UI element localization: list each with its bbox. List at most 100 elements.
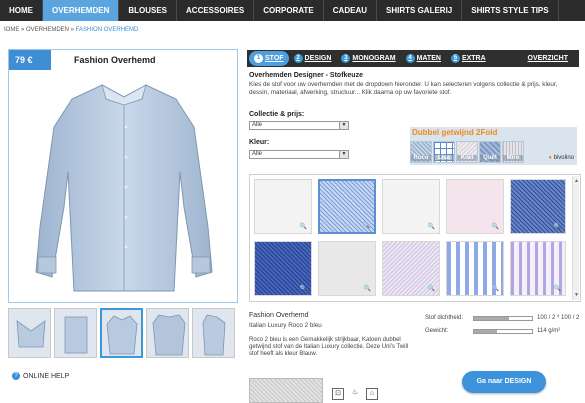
nav-cadeau[interactable]: CADEAU: [324, 0, 378, 21]
zoom-icon[interactable]: 🔍: [492, 223, 499, 230]
tab-extra[interactable]: 5 EXTRA: [446, 51, 491, 66]
zoom-icon[interactable]: 🔍: [492, 285, 499, 292]
fabric-swatch[interactable]: 🔍: [382, 241, 440, 296]
fabric-name: Fashion Overhemd: [249, 312, 309, 319]
section-title: Overhemden Designer - Stofkeuze: [249, 72, 363, 79]
selected-fabric-preview: [249, 378, 323, 403]
zoom-icon[interactable]: 🔍: [300, 223, 307, 230]
brand-dot-icon: ●: [548, 155, 552, 161]
fabric-swatch[interactable]: 🔍: [382, 179, 440, 234]
fabric-subname: Italian Luxury Roco 2 bleu: [249, 322, 322, 329]
fabric-swatch[interactable]: 🔍: [254, 241, 312, 296]
chevron-down-icon: ▼: [339, 151, 348, 158]
scroll-down-icon[interactable]: ▼: [574, 292, 579, 298]
collectie-select[interactable]: Alle ▼: [249, 121, 349, 130]
banner-swatch-label: Lisa: [434, 155, 454, 161]
banner-swatch-label: Kiwi: [457, 155, 477, 161]
fabric-swatch[interactable]: 🔍: [510, 179, 566, 234]
nav-overhemden[interactable]: OVERHEMDEN: [43, 0, 120, 21]
tab-maten[interactable]: 4 MATEN: [401, 51, 446, 66]
tab-label: DESIGN: [304, 55, 332, 62]
fabric-swatch[interactable]: 🔍: [318, 241, 376, 296]
banner-title: Dubbel getwijnd 2Fold: [412, 128, 498, 137]
dichtheid-value: 100 / 2 * 100 / 2: [537, 315, 580, 321]
gewicht-value: 114 g/m²: [537, 328, 561, 334]
fabric-grid: 🔍 🔍 🔍 🔍 🔍 🔍 🔍 🔍 🔍 🔍 ▲ ▼: [249, 174, 581, 302]
tab-design[interactable]: 2 DESIGN: [289, 51, 337, 66]
go-to-design-button[interactable]: Ga naar DESIGN: [462, 371, 546, 393]
temperature-icon: ♨: [351, 389, 359, 396]
zoom-icon[interactable]: 🔍: [363, 222, 370, 229]
tab-overzicht[interactable]: OVERZICHT: [523, 51, 573, 66]
chevron-down-icon: ▼: [339, 122, 348, 129]
fabric-swatch-selected[interactable]: 🔍: [318, 179, 376, 234]
banner-swatch: Miro: [502, 141, 524, 163]
banner-swatch: Roco: [410, 141, 432, 163]
product-panel: 79 € Fashion Overhemd: [8, 49, 238, 303]
kleur-select[interactable]: Alle ▼: [249, 150, 349, 159]
price-badge: 79 €: [9, 50, 51, 70]
zoom-icon[interactable]: 🔍: [428, 223, 435, 230]
banner-swatch: Lisa: [433, 141, 455, 163]
side-thumb-image: [202, 314, 226, 356]
collar-thumb-image: [16, 320, 46, 348]
tab-label: MONOGRAM: [352, 55, 396, 62]
breadcrumb: IOME » OVERHEMDEN » FASHION OVERHEMD: [4, 27, 138, 33]
fabric-swatch[interactable]: 🔍: [446, 241, 504, 296]
dichtheid-fill: [474, 316, 509, 320]
online-help-label: ONLINE HELP: [23, 372, 70, 380]
kleur-label: Kleur:: [249, 139, 270, 146]
section-description: Kies de stof voor uw overhemden met de d…: [249, 81, 558, 96]
tab-label: MATEN: [416, 55, 441, 62]
fabric-swatch[interactable]: 🔍: [510, 241, 566, 296]
zoom-icon[interactable]: 🔍: [554, 285, 561, 292]
collectie-value: Alle: [252, 122, 263, 128]
fabric-swatch[interactable]: 🔍: [446, 179, 504, 234]
promo-banner[interactable]: Dubbel getwijnd 2Fold Roco Lisa Kiwi Qui…: [410, 127, 577, 165]
fabric-info: Fashion Overhemd Italian Luxury Roco 2 b…: [249, 312, 322, 332]
nav-shirts-style-tips[interactable]: SHIRTS STYLE TIPS: [462, 0, 559, 21]
nav-shirts-galerij[interactable]: SHIRTS GALERIJ: [377, 0, 463, 21]
zoom-icon[interactable]: 🔍: [300, 285, 307, 292]
breadcrumb-current: FASHION OVERHEMD: [75, 27, 139, 33]
nav-accessoires[interactable]: ACCESSOIRES: [177, 0, 255, 21]
banner-swatch-label: Miro: [503, 155, 523, 161]
dichtheid-label: Stof dichtheid:: [425, 315, 464, 321]
fabric-description: Roco 2 bleu is een Gemakkelijk strijkbaa…: [249, 337, 409, 357]
brand-name: bivolino: [553, 155, 574, 161]
zoom-icon[interactable]: 🔍: [364, 285, 371, 292]
tab-stof[interactable]: 1 STOF: [249, 51, 289, 66]
thumbnail-collar[interactable]: [8, 308, 51, 358]
tab-monogram[interactable]: 3 MONOGRAM: [336, 51, 400, 66]
thumbnail-side[interactable]: [192, 308, 235, 358]
back-thumb-image: [152, 314, 186, 356]
step-number: 4: [405, 54, 415, 63]
iron-icon: ⌂: [366, 388, 378, 400]
breadcrumb-path[interactable]: IOME » OVERHEMDEN »: [4, 27, 76, 33]
shirt-illustration: [35, 84, 213, 292]
nav-corporate[interactable]: CORPORATE: [254, 0, 324, 21]
gewicht-label: Gewicht:: [425, 328, 449, 334]
step-number: 3: [341, 54, 351, 63]
banner-swatch: Quilt: [479, 141, 501, 163]
shirt-image: [19, 78, 229, 298]
zoom-icon[interactable]: 🔍: [554, 223, 561, 230]
step-number: 2: [293, 54, 303, 63]
tab-label: STOF: [265, 55, 284, 62]
gewicht-bar: [473, 328, 533, 334]
product-title: Fashion Overhemd: [74, 55, 156, 65]
wash-icon: ⊡: [332, 388, 344, 400]
fabric-swatch[interactable]: 🔍: [254, 179, 312, 234]
thumbnail-cuff[interactable]: [54, 308, 97, 358]
nav-blouses[interactable]: BLOUSES: [119, 0, 178, 21]
thumbnail-front[interactable]: [100, 308, 143, 358]
zoom-icon[interactable]: 🔍: [428, 285, 435, 292]
nav-home[interactable]: HOME: [0, 0, 43, 21]
scroll-up-icon[interactable]: ▲: [574, 178, 579, 184]
online-help[interactable]: ? ONLINE HELP: [12, 372, 69, 380]
step-number: 5: [450, 54, 460, 63]
fabric-scrollbar[interactable]: ▲ ▼: [572, 176, 579, 300]
banner-swatch-label: Quilt: [480, 155, 500, 161]
thumbnail-back[interactable]: [146, 308, 189, 358]
cuff-thumb-image: [64, 316, 88, 354]
